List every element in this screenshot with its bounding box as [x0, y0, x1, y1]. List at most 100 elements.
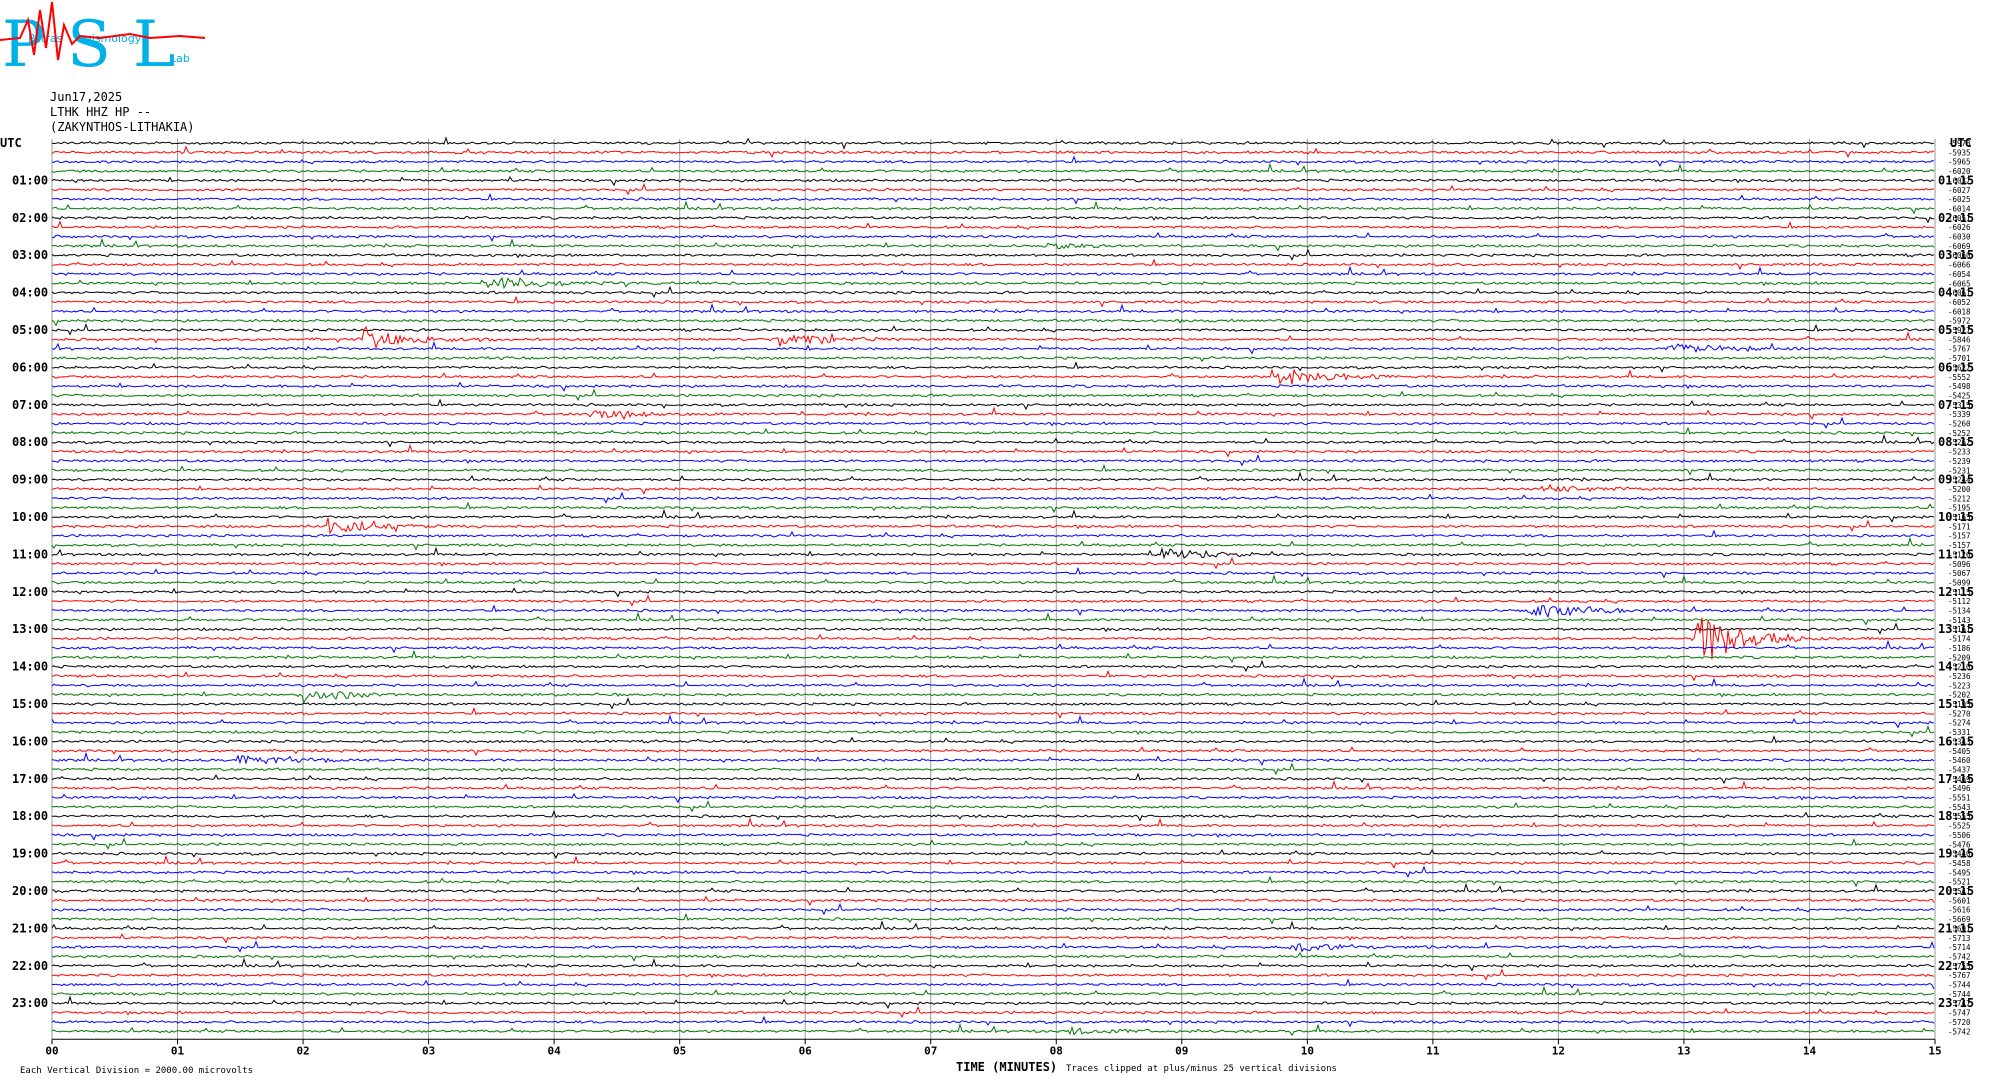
- left-hour-label: 04:00: [12, 286, 48, 300]
- trace-offset-label: -5935: [1948, 148, 1971, 157]
- trace-offset-label: -5755: [1948, 962, 1971, 971]
- trace-line: [51, 649, 1935, 664]
- trace-offset-label: -5543: [1948, 803, 1971, 812]
- trace-line: [51, 735, 1935, 745]
- trace-offset-label: -5927: [1948, 326, 1971, 335]
- trace-line: [51, 940, 1935, 953]
- trace-offset-label: -5742: [1948, 1027, 1971, 1036]
- trace-line: [51, 398, 1935, 411]
- trace-offset-label: -5115: [1948, 588, 1971, 597]
- trace-offset-label: -5720: [1948, 1018, 1971, 1027]
- trace-offset-labels: -5978-5935-5965-6020-6032-6027-6025-6014…: [1948, 139, 1971, 1036]
- trace-line: [51, 951, 1935, 962]
- header-date: Jun17,2025: [50, 90, 122, 104]
- trace-offset-label: -6014: [1948, 204, 1971, 213]
- left-hour-label: 07:00: [12, 398, 48, 412]
- trace-offset-label: -5143: [1948, 616, 1971, 625]
- left-hour-label: 21:00: [12, 921, 48, 935]
- left-hour-label: 10:00: [12, 510, 48, 524]
- trace-offset-label: -6069: [1948, 242, 1971, 251]
- trace-line: [51, 659, 1935, 673]
- trace-line: [51, 985, 1935, 996]
- trace-offset-label: -5437: [1948, 765, 1971, 774]
- trace-offset-label: -5274: [1948, 719, 1971, 728]
- trace-line: [51, 639, 1935, 654]
- trace-line: [51, 388, 1935, 402]
- trace-line: [51, 258, 1935, 271]
- trace-line: [51, 725, 1935, 738]
- trace-offset-label: -5200: [1948, 485, 1971, 494]
- trace-offset-label: -5714: [1948, 943, 1971, 952]
- trace-offset-label: -5476: [1948, 840, 1971, 849]
- x-tick-label: 15: [1928, 1044, 1941, 1057]
- x-tick-label: 02: [296, 1044, 309, 1057]
- left-hour-label: 15:00: [12, 697, 48, 711]
- trace-line: [51, 697, 1934, 710]
- trace-line: [51, 875, 1935, 888]
- trace-line: [51, 690, 1935, 704]
- left-hour-label: 18:00: [12, 809, 48, 823]
- x-tick-label: 11: [1426, 1044, 1440, 1057]
- left-hour-label: 03:00: [12, 248, 48, 262]
- trace-offset-label: -5458: [1948, 859, 1971, 868]
- trace-offset-label: -5701: [1948, 354, 1971, 363]
- trace-line: [51, 276, 1935, 290]
- trace-line: [51, 508, 1935, 523]
- trace-line: [51, 848, 1935, 860]
- left-hour-label: 14:00: [12, 660, 48, 674]
- trace-line: [51, 669, 1935, 682]
- left-hour-label: 11:00: [12, 547, 48, 561]
- trace-offset-label: -5099: [1948, 578, 1971, 587]
- trace-offset-label: -5978: [1948, 139, 1971, 148]
- trace-line: [51, 145, 1935, 158]
- trace-line: [51, 978, 1935, 990]
- trace-offset-label: -5972: [1948, 317, 1971, 326]
- trace-line: [51, 340, 1935, 355]
- left-hour-label: 08:00: [12, 435, 48, 449]
- trace-offset-label: -5195: [1948, 504, 1971, 513]
- trace-offset-label: -5223: [1948, 681, 1971, 690]
- trace-line: [51, 406, 1935, 421]
- trace-line: [51, 464, 1935, 476]
- trace-offset-label: -5112: [1948, 597, 1971, 606]
- trace-offset-label: -5339: [1948, 410, 1971, 419]
- trace-line: [51, 556, 1935, 570]
- trace-line: [51, 1005, 1935, 1019]
- trace-line: [51, 162, 1935, 174]
- trace-offset-label: -5496: [1948, 784, 1971, 793]
- trace-line: [51, 995, 1935, 1010]
- trace-offset-label: -5747: [1948, 999, 1971, 1008]
- trace-offset-label: -5767: [1948, 971, 1971, 980]
- trace-offset-label: -6065: [1948, 279, 1971, 288]
- header-location: (ZAKYNTHOS-LITHAKIA): [50, 120, 195, 134]
- utc-left-label: UTC: [0, 136, 22, 150]
- trace-line: [52, 192, 1935, 205]
- trace-offset-label: -5233: [1948, 448, 1971, 457]
- logo-word-3: Lab: [170, 52, 190, 65]
- trace-offset-label: -5506: [1948, 831, 1971, 840]
- trace-offset-label: -5174: [1948, 635, 1971, 644]
- trace-offset-label: -5555: [1948, 812, 1971, 821]
- trace-line: [51, 454, 1935, 467]
- trace-line: [52, 529, 1935, 539]
- x-tick-label: 10: [1301, 1044, 1314, 1057]
- trace-offset-label: -5616: [1948, 906, 1971, 915]
- trace-line: [51, 381, 1935, 392]
- trace-line: [51, 182, 1935, 196]
- left-hour-label: 05:00: [12, 323, 48, 337]
- trace-offset-label: -5270: [1948, 709, 1971, 718]
- left-hour-label: 17:00: [12, 772, 48, 786]
- trace-line: [51, 865, 1935, 878]
- trace-offset-label: -6060: [1948, 251, 1971, 260]
- trace-offset-label: -5171: [1948, 522, 1971, 531]
- left-hour-label: 09:00: [12, 473, 48, 487]
- left-hour-label: 12:00: [12, 585, 48, 599]
- trace-offset-label: -6061: [1948, 289, 1971, 298]
- trace-line: [51, 318, 1934, 327]
- trace-line: [51, 854, 1935, 869]
- trace-offset-label: -5460: [1948, 756, 1971, 765]
- trace-line: [51, 295, 1935, 308]
- header-station: LTHK HHZ HP --: [50, 105, 151, 119]
- trace-offset-label: -5236: [1948, 672, 1971, 681]
- trace-offset-label: -5713: [1948, 934, 1971, 943]
